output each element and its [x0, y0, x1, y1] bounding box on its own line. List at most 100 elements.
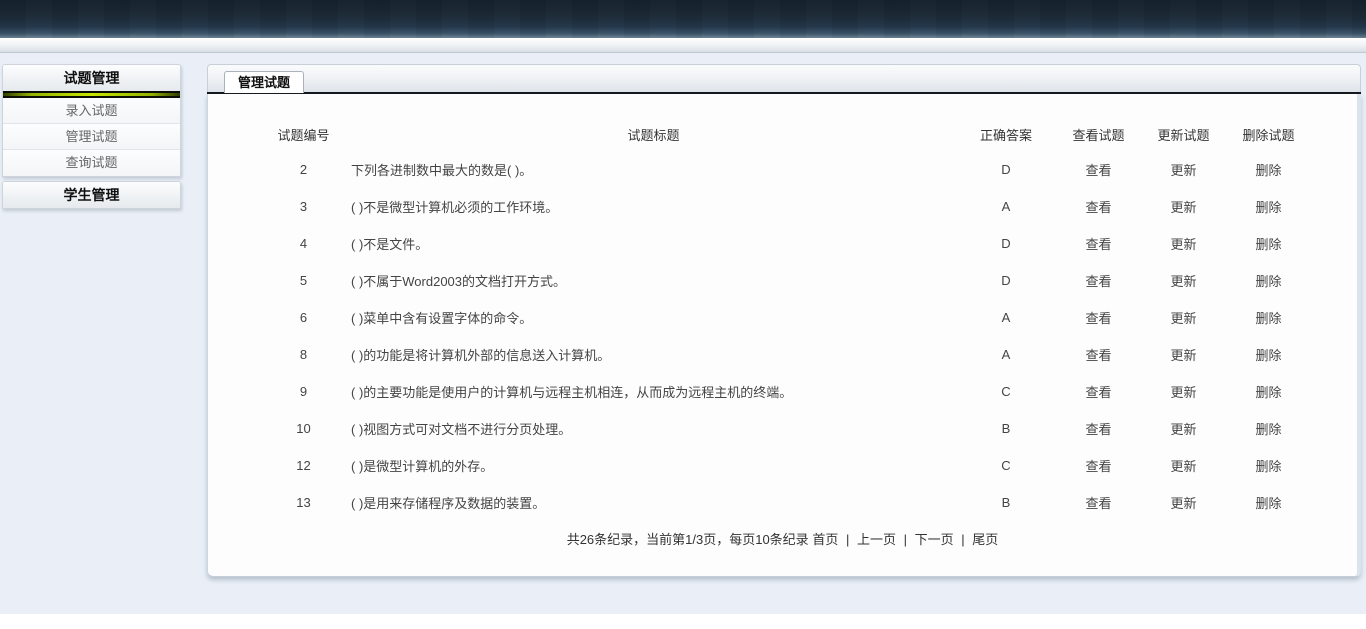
sidebar: 试题管理 录入试题 管理试题 查询试题 学生管理: [2, 64, 181, 213]
correct-answer-cell: A: [956, 299, 1056, 336]
sidebar-section-title[interactable]: 试题管理: [3, 65, 180, 91]
table-row: 6 ( )菜单中含有设置字体的命令。 A 查看 更新 删除: [256, 299, 1311, 336]
question-id-cell: 8: [256, 336, 351, 373]
view-question-link[interactable]: 查看: [1056, 262, 1141, 299]
column-header: 更新试题: [1141, 118, 1226, 151]
table-row: 12 ( )是微型计算机的外存。 C 查看 更新 删除: [256, 447, 1311, 484]
update-question-link[interactable]: 更新: [1141, 151, 1226, 188]
table-header-row: 试题编号 试题标题 正确答案 查看试题 更新试题 删除试题: [256, 118, 1311, 151]
pagination-separator: |: [957, 532, 968, 547]
question-title-cell: ( )不是文件。: [351, 225, 956, 262]
question-id-cell: 12: [256, 447, 351, 484]
update-question-link[interactable]: 更新: [1141, 410, 1226, 447]
update-question-link[interactable]: 更新: [1141, 262, 1226, 299]
update-question-link[interactable]: 更新: [1141, 373, 1226, 410]
delete-question-link[interactable]: 删除: [1226, 151, 1311, 188]
pagination-links: 首页 | 上一页 | 下一页 | 尾页: [812, 532, 998, 547]
table-row: 2 下列各进制数中最大的数是( )。 D 查看 更新 删除: [256, 151, 1311, 188]
question-id-cell: 2: [256, 151, 351, 188]
question-title-cell: ( )是微型计算机的外存。: [351, 447, 956, 484]
questions-table: 试题编号 试题标题 正确答案 查看试题 更新试题 删除试题 2 下列各进制数中最…: [256, 118, 1311, 521]
main-panel: 管理试题 试题编号 试题标题 正确答案 查看试题 更新试题 删除试题 2 下列各…: [207, 64, 1361, 577]
view-question-link[interactable]: 查看: [1056, 299, 1141, 336]
view-question-link[interactable]: 查看: [1056, 484, 1141, 521]
table-row: 4 ( )不是文件。 D 查看 更新 删除: [256, 225, 1311, 262]
column-header: 试题编号: [256, 118, 351, 151]
delete-question-link[interactable]: 删除: [1226, 299, 1311, 336]
question-title-cell: ( )的功能是将计算机外部的信息送入计算机。: [351, 336, 956, 373]
table-row: 10 ( )视图方式可对文档不进行分页处理。 B 查看 更新 删除: [256, 410, 1311, 447]
update-question-link[interactable]: 更新: [1141, 336, 1226, 373]
update-question-link[interactable]: 更新: [1141, 225, 1226, 262]
update-question-link[interactable]: 更新: [1141, 299, 1226, 336]
top-banner-texture: [0, 0, 1366, 38]
view-question-link[interactable]: 查看: [1056, 336, 1141, 373]
correct-answer-cell: D: [956, 151, 1056, 188]
delete-question-link[interactable]: 删除: [1226, 447, 1311, 484]
delete-question-link[interactable]: 删除: [1226, 484, 1311, 521]
delete-question-link[interactable]: 删除: [1226, 188, 1311, 225]
pagination: 共26条纪录，当前第1/3页，每页10条纪录 首页 | 上一页 | 下一页 | …: [208, 521, 1357, 558]
question-id-cell: 4: [256, 225, 351, 262]
sidebar-item[interactable]: 录入试题: [3, 98, 180, 124]
correct-answer-cell: C: [956, 447, 1056, 484]
question-id-cell: 10: [256, 410, 351, 447]
question-title-cell: ( )不是微型计算机必须的工作环境。: [351, 188, 956, 225]
question-title-cell: ( )的主要功能是使用户的计算机与远程主机相连，从而成为远程主机的终端。: [351, 373, 956, 410]
tab-bar: 管理试题: [207, 64, 1361, 92]
table-row: 8 ( )的功能是将计算机外部的信息送入计算机。 A 查看 更新 删除: [256, 336, 1311, 373]
pagination-link[interactable]: 上一页: [857, 532, 896, 547]
column-header: 正确答案: [956, 118, 1056, 151]
table-row: 5 ( )不属于Word2003的文档打开方式。 D 查看 更新 删除: [256, 262, 1311, 299]
correct-answer-cell: A: [956, 188, 1056, 225]
delete-question-link[interactable]: 删除: [1226, 410, 1311, 447]
sidebar-section-title[interactable]: 学生管理: [3, 182, 180, 208]
accent-stripe: [3, 91, 180, 98]
pagination-separator: |: [900, 532, 911, 547]
sidebar-section: 试题管理 录入试题 管理试题 查询试题: [2, 64, 181, 177]
delete-question-link[interactable]: 删除: [1226, 336, 1311, 373]
view-question-link[interactable]: 查看: [1056, 410, 1141, 447]
correct-answer-cell: B: [956, 410, 1056, 447]
pagination-link[interactable]: 下一页: [915, 532, 954, 547]
correct-answer-cell: D: [956, 225, 1056, 262]
pagination-link[interactable]: 首页: [812, 532, 838, 547]
table-body: 2 下列各进制数中最大的数是( )。 D 查看 更新 删除 3 ( )不是微型计…: [256, 151, 1311, 521]
question-id-cell: 9: [256, 373, 351, 410]
delete-question-link[interactable]: 删除: [1226, 373, 1311, 410]
top-banner: [0, 0, 1366, 38]
pagination-link[interactable]: 尾页: [972, 532, 998, 547]
update-question-link[interactable]: 更新: [1141, 447, 1226, 484]
view-question-link[interactable]: 查看: [1056, 188, 1141, 225]
delete-question-link[interactable]: 删除: [1226, 225, 1311, 262]
column-header: 试题标题: [351, 118, 956, 151]
table-row: 3 ( )不是微型计算机必须的工作环境。 A 查看 更新 删除: [256, 188, 1311, 225]
pagination-separator: |: [842, 532, 853, 547]
question-title-cell: ( )是用来存储程序及数据的装置。: [351, 484, 956, 521]
view-question-link[interactable]: 查看: [1056, 151, 1141, 188]
question-id-cell: 3: [256, 188, 351, 225]
column-header: 查看试题: [1056, 118, 1141, 151]
correct-answer-cell: B: [956, 484, 1056, 521]
delete-question-link[interactable]: 删除: [1226, 262, 1311, 299]
column-header: 删除试题: [1226, 118, 1311, 151]
table-row: 9 ( )的主要功能是使用户的计算机与远程主机相连，从而成为远程主机的终端。 C…: [256, 373, 1311, 410]
workspace: 试题管理 录入试题 管理试题 查询试题 学生管理 管理试题 试题编号 试题标题: [0, 53, 1366, 614]
sidebar-item[interactable]: 管理试题: [3, 124, 180, 150]
view-question-link[interactable]: 查看: [1056, 447, 1141, 484]
question-title-cell: 下列各进制数中最大的数是( )。: [351, 151, 956, 188]
table-row: 13 ( )是用来存储程序及数据的装置。 B 查看 更新 删除: [256, 484, 1311, 521]
sidebar-item-list: 录入试题 管理试题 查询试题: [3, 98, 180, 176]
pagination-summary: 共26条纪录，当前第1/3页，每页10条纪录: [567, 532, 809, 547]
sidebar-item[interactable]: 查询试题: [3, 150, 180, 176]
question-id-cell: 5: [256, 262, 351, 299]
tab-manage-questions[interactable]: 管理试题: [224, 71, 304, 93]
update-question-link[interactable]: 更新: [1141, 188, 1226, 225]
view-question-link[interactable]: 查看: [1056, 373, 1141, 410]
secondary-bar: [0, 38, 1366, 53]
view-question-link[interactable]: 查看: [1056, 225, 1141, 262]
correct-answer-cell: C: [956, 373, 1056, 410]
update-question-link[interactable]: 更新: [1141, 484, 1226, 521]
question-title-cell: ( )视图方式可对文档不进行分页处理。: [351, 410, 956, 447]
accent-stripe-core: [3, 93, 180, 96]
